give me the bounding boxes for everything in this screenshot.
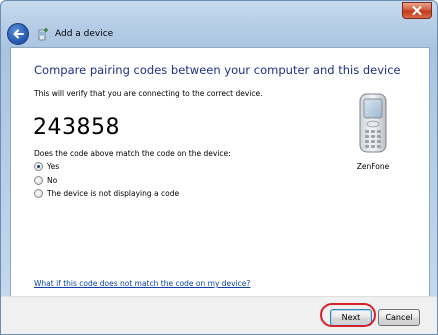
back-button[interactable]	[7, 23, 29, 45]
option-yes[interactable]: Yes	[34, 162, 59, 171]
option-no-label: No	[47, 176, 58, 185]
device-preview: ZenFone	[351, 92, 395, 171]
close-icon	[412, 6, 422, 15]
radio-no[interactable]	[34, 176, 43, 185]
add-device-icon	[38, 28, 48, 41]
close-button[interactable]	[402, 2, 432, 19]
wizard-header: Add a device	[7, 23, 113, 45]
radio-no-code[interactable]	[34, 189, 43, 198]
pairing-code: 243858	[33, 115, 120, 140]
wizard-content: Compare pairing codes between your compu…	[10, 47, 430, 297]
wizard-footer: Next Cancel	[1, 296, 437, 334]
match-question: Does the code above match the code on th…	[34, 149, 231, 158]
back-arrow-icon	[13, 29, 24, 39]
device-name: ZenFone	[356, 162, 390, 171]
option-no[interactable]: No	[34, 176, 57, 185]
next-button[interactable]: Next	[330, 309, 372, 326]
page-description: This will verify that you are connecting…	[34, 89, 263, 98]
window-title: Add a device	[55, 29, 114, 39]
option-yes-label: Yes	[47, 162, 60, 171]
mobile-phone-icon	[359, 93, 387, 153]
add-device-window: Add a device Compare pairing codes betwe…	[0, 0, 438, 335]
page-heading: Compare pairing codes between your compu…	[34, 63, 401, 77]
option-no-code-label: The device is not displaying a code	[47, 189, 180, 198]
code-mismatch-help-link[interactable]: What if this code does not match the cod…	[34, 279, 250, 288]
cancel-button[interactable]: Cancel	[378, 309, 420, 326]
radio-yes[interactable]	[34, 162, 43, 171]
option-no-code[interactable]: The device is not displaying a code	[34, 189, 179, 198]
